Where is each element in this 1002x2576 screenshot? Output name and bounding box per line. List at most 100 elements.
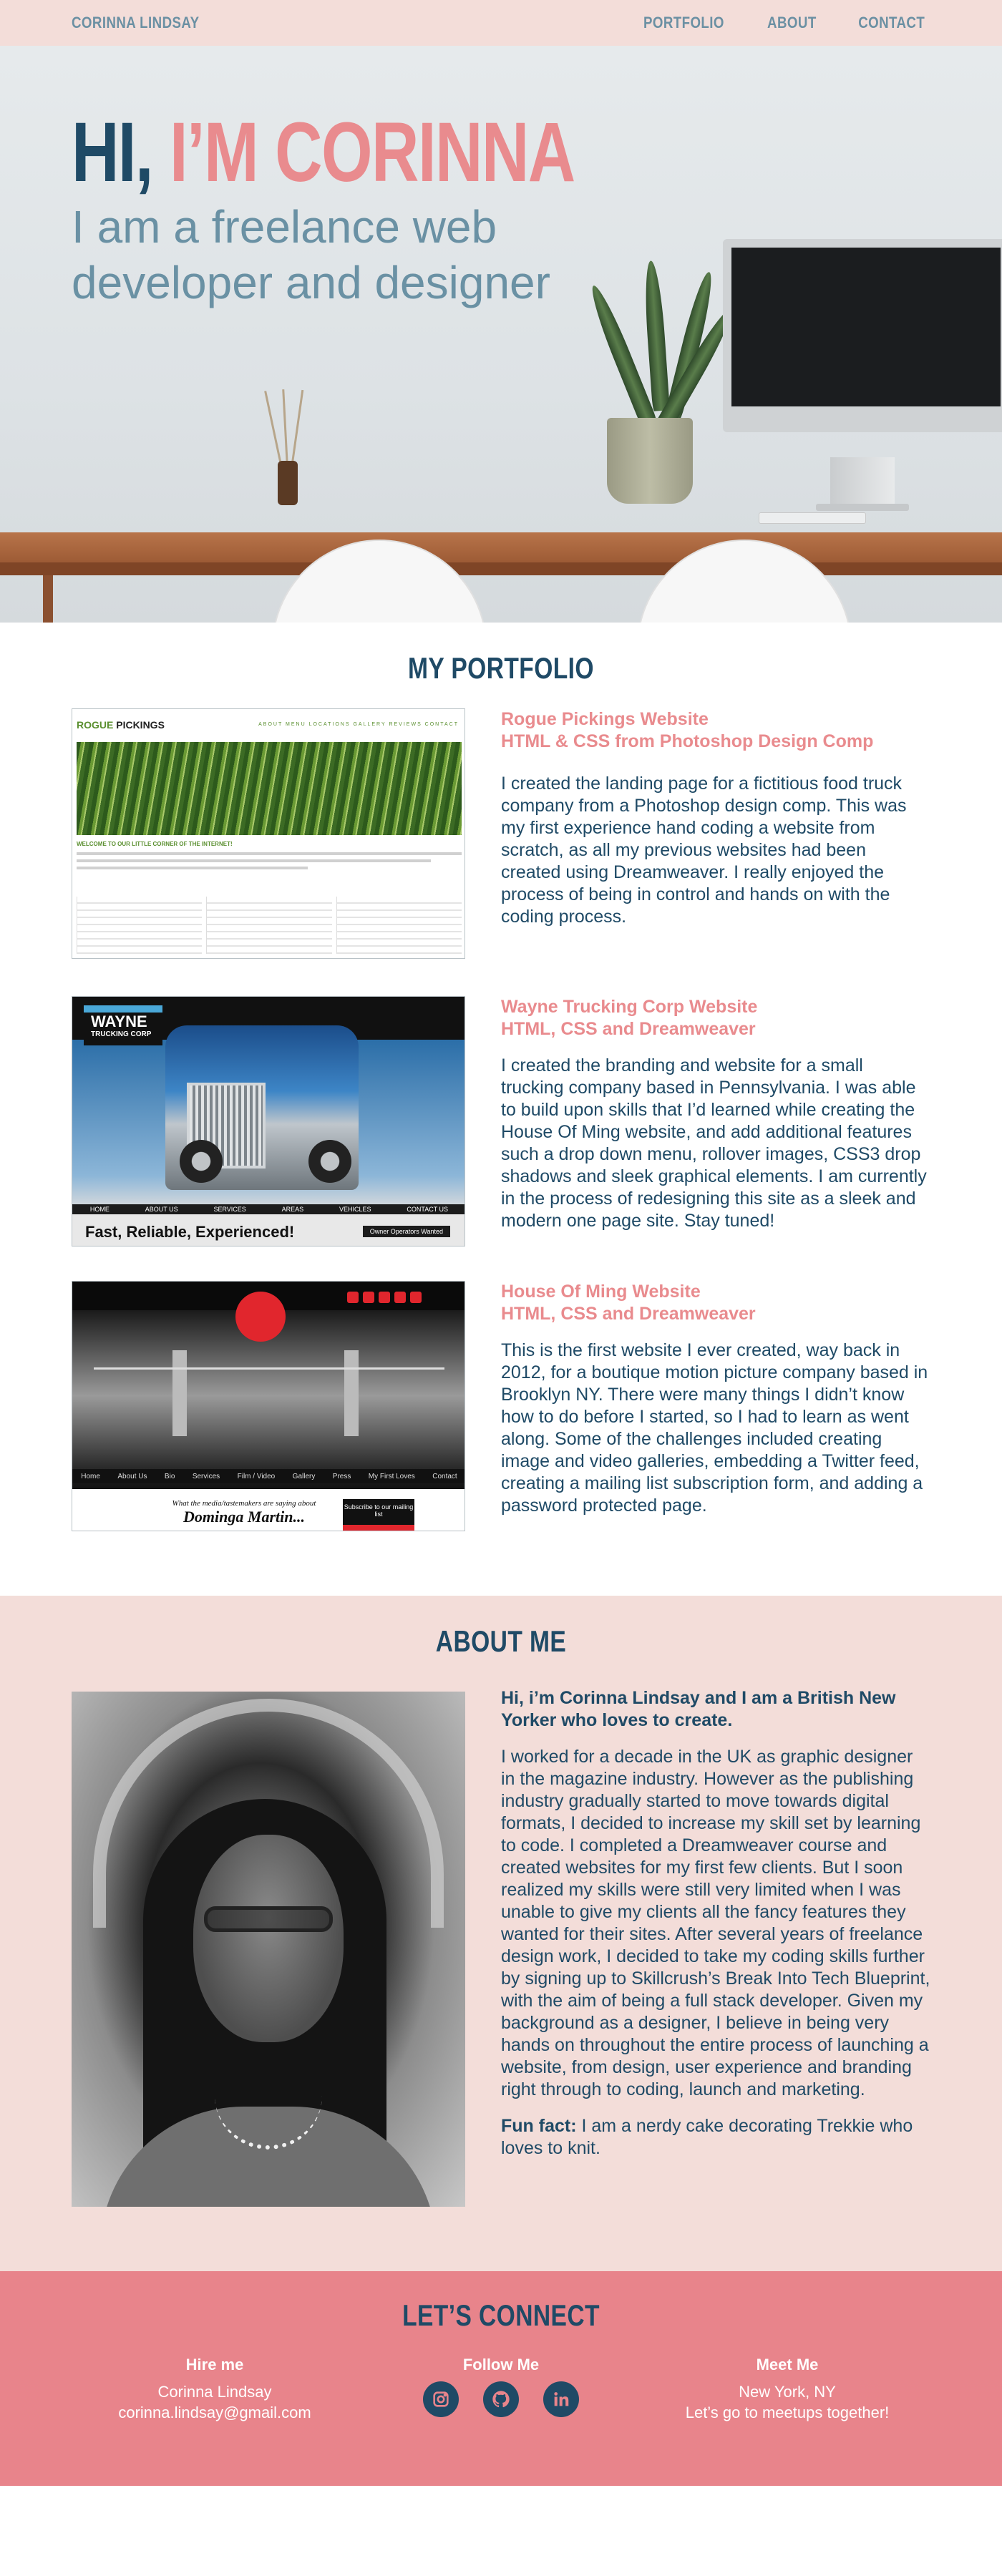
thumb-tagline: Fast, Reliable, Experienced! (85, 1223, 295, 1241)
page-bottom-space (0, 2486, 1002, 2576)
project-title[interactable]: Wayne Trucking Corp Website (501, 996, 930, 1018)
desk-leg (43, 575, 53, 623)
thumb-nav-item: HOME (89, 1206, 110, 1213)
project-title[interactable]: Rogue Pickings Website (501, 708, 930, 731)
diffuser-stick (291, 389, 304, 469)
monitor-stand (830, 457, 895, 507)
wayne-logo-sub: TRUCKING CORP (91, 1030, 152, 1038)
house-of-ming-thumbnail[interactable]: Home About Us Bio Services Film / Video … (72, 1281, 465, 1531)
diffuser-bottle (278, 461, 298, 505)
facebook-icon (347, 1292, 359, 1303)
connect-section: LET’S CONNECT Hire me Corinna Lindsay co… (0, 2271, 1002, 2486)
green-beans-image (77, 742, 462, 835)
plant-pot (607, 418, 693, 504)
thumb-nav-item: SERVICES (213, 1206, 246, 1213)
nav-portfolio[interactable]: PORTFOLIO (643, 14, 724, 32)
hero-subtitle: I am a freelance web developer and desig… (72, 201, 550, 308)
follow-me-heading: Follow Me (462, 2356, 540, 2373)
thumb-nav-item: Services (192, 1472, 220, 1480)
truck-wheel (180, 1140, 223, 1183)
thumb-subscribe: Subscribe to our mailing list (343, 1499, 414, 1531)
about-fun-fact: Fun fact: I am a nerdy cake decorating T… (501, 2115, 930, 2160)
project-subtitle: HTML, CSS and Dreamweaver (501, 1019, 756, 1039)
hire-me-heading: Hire me (185, 2356, 244, 2373)
wayne-logo: WAYNE TRUCKING CORP (84, 1005, 162, 1045)
thumb-social-icons (347, 1292, 422, 1303)
thumb-nav-item: About Us (117, 1472, 147, 1480)
wayne-trucking-thumbnail[interactable]: WAYNE TRUCKING CORP HOME ABOUT US SERVICE… (72, 996, 465, 1246)
project-title[interactable]: House Of Ming Website (501, 1281, 930, 1303)
thumb-nav-item: My First Loves (368, 1472, 415, 1480)
fun-fact-label: Fun fact: (501, 2116, 577, 2136)
about-lead: Hi, i’m Corinna Lindsay and I am a Briti… (501, 1688, 896, 1730)
instagram-icon[interactable] (423, 2381, 459, 2417)
portfolio-section: MY PORTFOLIO ROGUE PICKINGS ABOUT MENU L… (0, 623, 1002, 1596)
about-section: ABOUT ME Hi, i’m Corinna Lindsay and I a… (0, 1596, 1002, 2271)
project-text: House Of Ming Website HTML, CSS and Drea… (501, 1281, 930, 1517)
meet-me-location: New York, NY (739, 2383, 836, 2401)
nav-about[interactable]: ABOUT (767, 14, 817, 32)
about-body: I worked for a decade in the UK as graph… (501, 1747, 930, 2099)
hire-me-name: Corinna Lindsay (157, 2383, 272, 2401)
hire-me-column: Hire me Corinna Lindsay corinna.lindsay@… (72, 2356, 358, 2423)
desk-top (0, 532, 1002, 562)
thumb-brand: ROGUE PICKINGS (77, 719, 165, 731)
thumb-nav-item: Home (81, 1472, 100, 1480)
monitor-foot (816, 504, 909, 511)
hero-greeting: HI, (72, 105, 170, 200)
connect-title: LET’S CONNECT (402, 2298, 600, 2332)
meet-me-column: Meet Me New York, NY Let’s go to meetups… (644, 2356, 930, 2423)
truck-wheel (308, 1140, 351, 1183)
thumb-nav-item: ABOUT US (145, 1206, 178, 1213)
plant-leaf (642, 260, 670, 411)
thumb-nav-item: VEHICLES (339, 1206, 371, 1213)
nav-contact[interactable]: CONTACT (858, 14, 925, 32)
desk-front (0, 562, 1002, 575)
project-rogue-pickings: ROGUE PICKINGS ABOUT MENU LOCATIONS GALL… (72, 708, 930, 959)
thumb-nav-item: Contact (432, 1472, 457, 1480)
thumb-heading: WELCOME TO OUR LITTLE CORNER OF THE INTE… (77, 841, 233, 847)
meet-me-note: Let’s go to meetups together! (685, 2404, 890, 2421)
thumb-nav-item: AREAS (281, 1206, 304, 1213)
keyboard-image (759, 512, 866, 524)
hero-heading: HI, I’M CORINNA (72, 110, 575, 195)
thumb-brand-a: ROGUE (77, 719, 117, 731)
project-description: I created the branding and website for a… (501, 1055, 927, 1231)
linkedin-icon[interactable] (543, 2381, 579, 2417)
thumb-quote-name: Dominga Martin... (183, 1508, 305, 1526)
portrait-photo (72, 1692, 465, 2207)
portrait-glasses (204, 1906, 333, 1932)
thumb-quote: What the media/tastemakers are saying ab… (144, 1499, 344, 1526)
thumb-columns (77, 897, 462, 954)
youtube-icon (394, 1292, 406, 1303)
project-subtitle: HTML & CSS from Photoshop Design Comp (501, 731, 874, 751)
meet-me-heading: Meet Me (756, 2356, 819, 2373)
diffuser-stick (264, 391, 283, 469)
thumb-nav-item: Gallery (292, 1472, 316, 1480)
portfolio-title: MY PORTFOLIO (408, 651, 594, 685)
hire-me-email[interactable]: corinna.lindsay@gmail.com (72, 2402, 358, 2423)
about-title: ABOUT ME (435, 1624, 567, 1658)
thumb-nav: Home About Us Bio Services Film / Video … (72, 1469, 464, 1483)
follow-me-column: Follow Me (358, 2356, 644, 2417)
thumb-nav: ABOUT MENU LOCATIONS GALLERY REVIEWS CON… (258, 722, 459, 727)
brand-name[interactable]: CORINNA LINDSAY (72, 14, 200, 32)
thumb-brand-b: PICKINGS (116, 719, 165, 731)
rogue-pickings-thumbnail[interactable]: ROGUE PICKINGS ABOUT MENU LOCATIONS GALL… (72, 708, 465, 959)
main-nav: PORTFOLIO ABOUT CONTACT (636, 14, 930, 32)
project-description: This is the first website I ever created… (501, 1340, 928, 1516)
social-icons (358, 2381, 644, 2417)
thumb-nav-item: Bio (164, 1472, 175, 1480)
ming-logo-circle (235, 1292, 286, 1342)
brooklyn-bridge-image (94, 1367, 444, 1446)
project-subtitle: HTML, CSS and Dreamweaver (501, 1304, 756, 1324)
thumb-nav-item: Press (332, 1472, 351, 1480)
github-icon[interactable] (483, 2381, 519, 2417)
hero-section: HI, I’M CORINNA I am a freelance web dev… (0, 46, 1002, 623)
twitter-icon (363, 1292, 374, 1303)
thumb-button: Owner Operators Wanted (362, 1226, 450, 1237)
project-text: Wayne Trucking Corp Website HTML, CSS an… (501, 996, 930, 1232)
hero-name: I’M CORINNA (169, 105, 575, 200)
project-house-of-ming: Home About Us Bio Services Film / Video … (72, 1281, 930, 1531)
email-icon (410, 1292, 422, 1303)
